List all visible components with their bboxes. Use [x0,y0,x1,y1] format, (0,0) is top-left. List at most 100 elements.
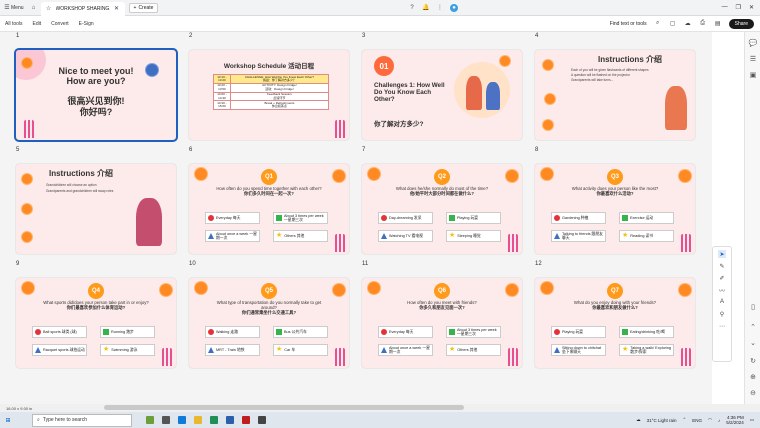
slide-thumbnail-8[interactable]: Q3 What activity does your person like t… [535,164,695,254]
draw-icon[interactable]: 〰 [718,286,726,295]
horizontal-scrollbar[interactable] [104,405,464,410]
green-square-icon [276,215,282,221]
option-label: Racquet sports 球拍运动 [43,348,85,352]
question-zh: 你们多久时间在一起一次? [244,191,294,196]
excel-icon[interactable] [210,416,218,424]
page-indicator-icon[interactable]: ▯ [748,302,758,312]
help-icon[interactable]: ? [408,4,416,12]
speaker-icon[interactable]: ♪ [718,418,720,423]
slide-thumbnail-3[interactable]: 01 Challenges 1: How Well Do You Know Ea… [362,50,522,140]
comments-panel-icon[interactable]: 💬 [748,38,758,48]
print-icon[interactable]: ⎙ [699,20,707,28]
edge-icon[interactable] [178,416,186,424]
option-c: About once a week 一星期一次 [205,230,260,242]
menu-button[interactable]: ☰ Menu [0,2,27,14]
bookmark-icon[interactable]: ▤ [714,20,722,28]
search-icon[interactable]: ⌕ [654,20,662,28]
slide-thumbnail-2[interactable]: Workshop Schedule 活动日程 13:10 - 13:20 CHAL… [189,50,349,140]
question-zh: 他/她平时大部分时间都在做什么? [410,191,474,196]
slide-thumbnail-1[interactable]: Nice to meet you! How are you? 很高兴见到你! 你… [14,48,178,142]
blue-triangle-icon [35,347,41,353]
slide-thumbnail-4[interactable]: Instructions 介绍 Each of you will be give… [535,50,695,140]
option-b: Exercise 运动 [619,212,674,224]
red-circle-icon [554,329,560,335]
apps-icon[interactable]: ⋮ [436,4,444,12]
pages-icon[interactable]: ▣ [748,70,758,80]
windows-start-icon[interactable]: ⊞ [4,416,12,424]
comment-icon[interactable]: ✎ [718,262,726,270]
file-explorer-icon[interactable] [194,416,202,424]
slide-title-en: Nice to meet you! How are you? [58,66,134,86]
option-label: Talking to friends 跟朋友聊天 [562,232,603,240]
cloud-icon[interactable]: ☁ [684,20,692,28]
task-view-icon[interactable] [162,416,170,424]
slide-thumbnail-7[interactable]: Q2 What does he/she normally do most of … [362,164,522,254]
app-icon[interactable] [258,416,266,424]
edit-tab[interactable]: Edit [28,21,47,27]
page-number: 11 [362,261,369,267]
app-icon[interactable] [146,416,154,424]
scroll-up-icon[interactable]: ⌃ [748,322,758,332]
cursor-icon[interactable]: ➤ [718,250,726,258]
wifi-icon[interactable]: ◠ [708,417,712,423]
rotate-icon[interactable]: ↻ [748,356,758,366]
notification-icon[interactable]: ▭ [750,417,754,423]
option-label: Playing 玩耍 [562,330,584,334]
option-d: ★ Swimming 游泳 [100,344,155,356]
convert-tab[interactable]: Convert [46,21,74,27]
option-a: Ball sports 球类 (球) [32,326,87,338]
option-label: About once a week 一星期一次 [216,232,257,240]
stamp-icon[interactable]: ⚲ [718,310,726,318]
document-viewer[interactable]: 1 2 3 4 5 6 7 8 9 10 11 12 Nice to meet … [0,32,712,404]
slide-thumbnail-10[interactable]: Q5 What type of transportation do you no… [189,278,349,368]
yellow-star-icon: ★ [276,232,283,239]
home-button[interactable]: ⌂ [27,2,41,14]
share-button[interactable]: Share [728,18,754,29]
zoom-in-icon[interactable]: ⊕ [748,372,758,382]
slide-thumbnail-6[interactable]: Q1 How often do you spend time together … [189,164,349,254]
create-label: Create [138,4,154,11]
red-circle-icon [208,329,214,335]
minimize-icon[interactable]: — [722,4,728,11]
scroll-down-icon[interactable]: ⌄ [748,338,758,348]
slide-thumbnail-12[interactable]: Q7 What do you enjoy doing with your fri… [535,278,695,368]
profile-icon[interactable]: ● [450,3,459,12]
slide-thumbnail-9[interactable]: Q4 What sports did/does your person take… [16,278,176,368]
bell-icon[interactable]: 🔔 [422,4,430,12]
page-number: 7 [362,147,366,153]
tray-chevron-icon[interactable]: ⌃ [682,417,686,423]
table-cell: 14:00 - 14:30 [213,91,231,102]
schedule-table: 13:10 - 13:20 CHALLENGE: How Well Do You … [213,74,330,111]
weather-label[interactable]: 31°C Light rain [647,418,677,423]
highlight-icon[interactable]: ✐ [718,274,726,282]
question-zh: 你多久和朋友见面一次? [419,305,465,310]
close-icon[interactable]: ✕ [113,5,121,13]
all-tools-tab[interactable]: All tools [0,21,28,27]
slide-thumbnail-5[interactable]: Instructions 介绍 Grandchildren will choos… [16,164,176,254]
maximize-icon[interactable]: ❐ [736,4,741,11]
find-label[interactable]: Find text or tools [610,21,647,27]
zoom-out-icon[interactable]: ⊖ [748,388,758,398]
word-icon[interactable] [226,416,234,424]
layers-icon[interactable]: ☰ [748,54,758,64]
text-icon[interactable]: A [718,298,726,306]
acrobat-icon[interactable] [242,416,250,424]
option-label: About once a week 一星期一次 [389,346,430,354]
browser-tab[interactable]: ☆ WORKSHOP SHARING... ✕ [40,1,125,16]
more-icon[interactable]: ⋯ [718,322,726,330]
window-close-icon[interactable]: ✕ [749,4,754,11]
table-cell: Feedback Session 反馈环节 [229,91,330,102]
clock[interactable]: 4:36 PM 5/2/2024 [726,415,744,425]
esign-tab[interactable]: E-Sign [74,21,99,27]
slide-thumbnail-11[interactable]: Q6 How often do you meet with friends? 你多… [362,278,522,368]
save-icon[interactable]: ▢ [669,20,677,28]
create-button[interactable]: + Create [128,2,159,13]
option-b: Running 跑步 [100,326,155,338]
question-number: Q4 [88,283,104,299]
language-label[interactable]: ENG [692,418,702,423]
option-label: Watching TV 看电视 [389,234,423,238]
question-text: How often do you spend time together wit… [213,186,325,196]
taskbar-search[interactable]: ⌕ Type here to search [32,413,132,427]
question-number: Q7 [607,283,623,299]
option-label: Swimming 游泳 [111,348,138,352]
